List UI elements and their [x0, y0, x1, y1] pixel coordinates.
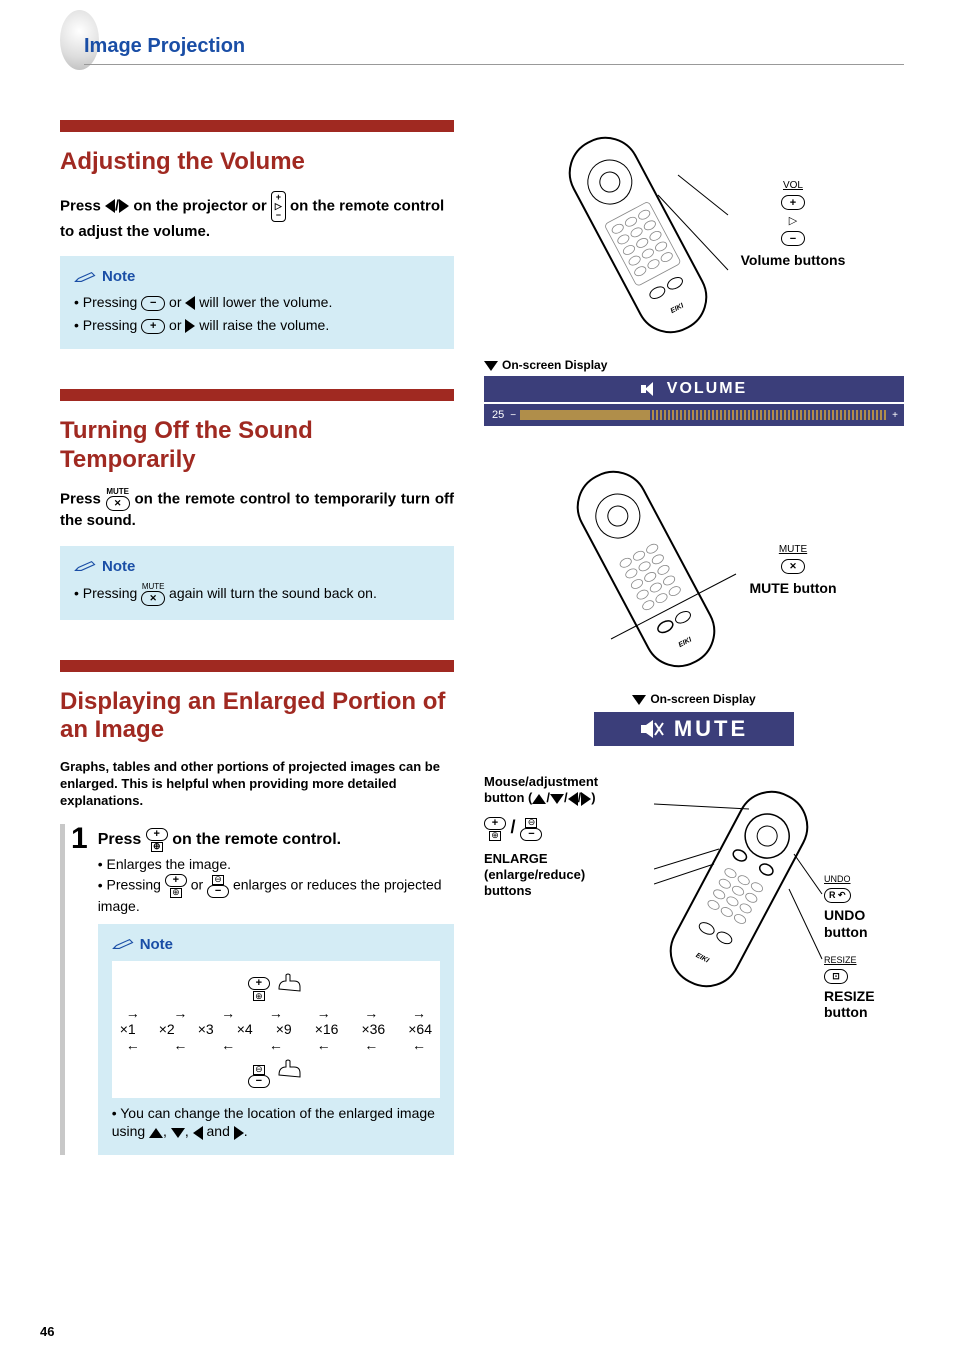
enlarge-plus-icon: +⊕: [248, 977, 270, 1001]
section-enlarge: Displaying an Enlarged Portion of an Ima…: [60, 660, 454, 1156]
mute-button-icon: ✕: [781, 559, 805, 574]
remote-illustration: EIKI: [551, 454, 741, 684]
enlarge-minus-icon: ⊖−: [520, 817, 542, 841]
mouse-adj-label: Mouse/adjustment button (///): [484, 774, 654, 807]
undo-callout: UNDO R ↶: [824, 874, 904, 903]
volume-note: Note Pressing − or will lower the volume…: [60, 256, 454, 349]
up-arrow-icon: [149, 1128, 163, 1138]
figure-mute: EIKI MUTE ✕ MUTE button On-screen Displa…: [484, 454, 904, 746]
page-number: 46: [40, 1324, 54, 1339]
step-1: 1 Press +⊕ on the remote control. Enlarg…: [60, 824, 454, 1155]
zoom-levels: ×1 ×2 ×3 ×4 ×9 ×16 ×36 ×64: [112, 1021, 440, 1037]
right-arrow-icon: [185, 319, 195, 333]
section-rule: [60, 660, 454, 672]
note-icon: [74, 559, 96, 573]
heading-mute: Turning Off the Sound Temporarily: [60, 417, 454, 475]
minus-button-icon: −: [141, 296, 165, 311]
note-icon: [112, 937, 134, 951]
figure-enlarge: Mouse/adjustment button (///) +⊕ / ⊖− EN…: [484, 774, 904, 1021]
volume-instruction: Press / on the projector or +▷− on the r…: [60, 191, 454, 242]
left-arrow-icon: [193, 1126, 203, 1140]
note-raise-volume: Pressing + or will raise the volume.: [74, 316, 440, 335]
step1-bullet2: Pressing +⊕ or ⊖− enlarges or reduces th…: [98, 874, 454, 914]
vol-plus-icon: +: [781, 195, 805, 210]
note-label: Note: [140, 936, 173, 953]
heading-enlarge: Displaying an Enlarged Portion of an Ima…: [60, 688, 454, 746]
down-arrow-icon: [171, 1128, 185, 1138]
enlarge-plus-icon: +⊕: [484, 817, 506, 841]
enlarge-note: Note +⊕ →→→→→→→: [98, 924, 454, 1155]
section-mute: Turning Off the Sound Temporarily Press …: [60, 389, 454, 620]
mute-button-callout: MUTE ✕: [749, 544, 836, 574]
osd-volume-bar: VOLUME: [484, 376, 904, 402]
step1-instruction: Press +⊕ on the remote control.: [98, 828, 454, 852]
arrow-row-left: ←←←←←←←: [112, 1037, 440, 1053]
enlarge-plus-icon: +⊕: [146, 828, 168, 852]
osd-heading: On-screen Display: [484, 358, 904, 372]
right-arrow-icon: [119, 199, 129, 213]
enlarge-buttons-label: ENLARGE (enlarge/reduce) buttons: [484, 851, 654, 900]
step1-bullet1: Enlarges the image.: [98, 856, 454, 872]
enlarge-description: Graphs, tables and other portions of pro…: [60, 759, 454, 810]
undo-button-icon: R ↶: [824, 888, 851, 903]
note-label: Note: [102, 558, 135, 575]
step-number: 1: [65, 824, 98, 1155]
right-arrow-icon: [234, 1126, 244, 1140]
mute-button-icon: ✕: [106, 496, 130, 511]
remote-illustration: EIKI: [654, 774, 824, 1004]
osd-volume-level: 25 − +: [484, 404, 904, 426]
resize-callout: RESIZE ⊡: [824, 955, 904, 984]
heading-adjust-volume: Adjusting the Volume: [60, 148, 454, 177]
vol-buttons-callout: VOL + ▷ −: [741, 180, 846, 246]
enlarge-minus-icon: ⊖−: [207, 874, 229, 898]
note-unmute: Pressing MUTE ✕ again will turn the soun…: [74, 583, 440, 606]
resize-button-icon: ⊡: [824, 969, 848, 984]
enlarge-minus-icon: ⊖−: [248, 1064, 270, 1088]
osd-mute-bar: MUTE: [594, 712, 794, 746]
resize-label: RESIZE button: [824, 988, 904, 1022]
enlarge-plus-icon: +⊕: [165, 874, 187, 898]
breadcrumb: Image Projection: [84, 35, 904, 65]
arrow-row-right: →→→→→→→: [112, 1005, 440, 1021]
hand-press-icon: [274, 1057, 304, 1079]
zoom-diagram: +⊕ →→→→→→→ ×1 ×2 ×3 ×4: [112, 961, 440, 1098]
section-rule: [60, 120, 454, 132]
volume-buttons-label: Volume buttons: [741, 252, 846, 269]
mute-note: Note Pressing MUTE ✕ again will turn the…: [60, 546, 454, 620]
note-icon: [74, 270, 96, 284]
note-label: Note: [102, 268, 135, 285]
volume-remote-icon: +▷−: [271, 191, 286, 222]
section-rule: [60, 389, 454, 401]
section-adjust-volume: Adjusting the Volume Press / on the proj…: [60, 120, 454, 349]
mute-speaker-icon: [640, 719, 664, 739]
osd-heading: On-screen Display: [484, 692, 904, 706]
left-arrow-icon: [105, 199, 115, 213]
undo-label: UNDO button: [824, 907, 904, 941]
hand-press-icon: [274, 971, 304, 993]
note-lower-volume: Pressing − or will lower the volume.: [74, 293, 440, 312]
speaker-icon: [641, 382, 659, 396]
plus-button-icon: +: [141, 319, 165, 334]
mute-button-label: MUTE button: [749, 580, 836, 597]
mute-instruction: Press MUTE ✕ on the remote control to te…: [60, 488, 454, 531]
figure-volume: EIKI VOL + ▷ − Volume buttons On-screen …: [484, 120, 904, 426]
note-move-enlarged: You can change the location of the enlar…: [112, 1104, 440, 1142]
vol-minus-icon: −: [781, 231, 805, 246]
remote-illustration: EIKI: [543, 120, 733, 350]
mute-button-icon: ✕: [141, 591, 165, 606]
breadcrumb-bar: Image Projection: [60, 30, 904, 70]
left-arrow-icon: [185, 296, 195, 310]
